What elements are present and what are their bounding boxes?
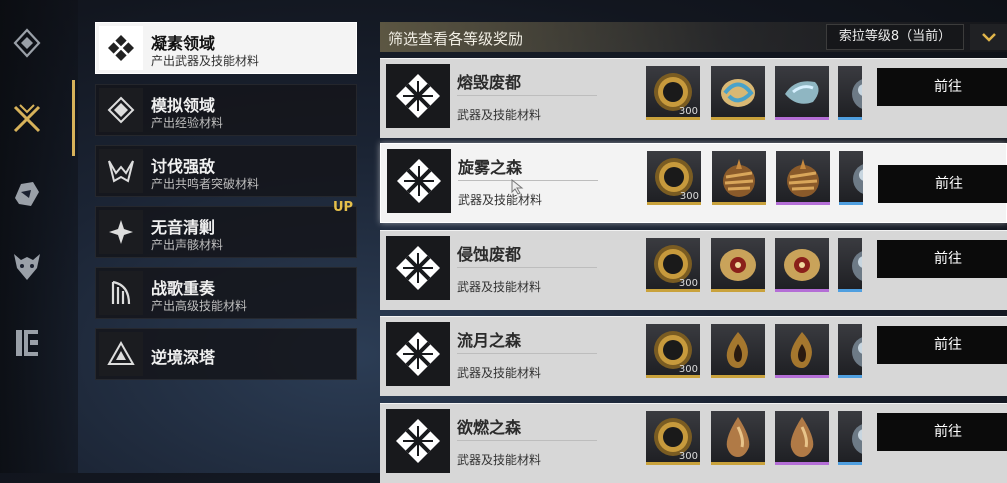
eye-material-icon[interactable] [775,238,829,292]
domain-type: 武器及技能材料 [458,193,543,207]
category-item-simulation-field[interactable]: 模拟领域 产出经验材料 [95,84,357,136]
knot-emblem-icon [386,236,450,300]
domain-row[interactable]: 熔毁废都武器及技能材料 300 前往 [380,58,1007,138]
tower-triangle-icon [99,332,143,376]
domain-type: 武器及技能材料 [457,453,542,467]
left-icon-rail [0,0,78,473]
header-title: 筛选查看各等级奖励 [388,30,524,48]
item-count: 300 [678,106,698,117]
gear-material-icon[interactable]: 300 [646,324,700,378]
goto-button[interactable]: 前往 [878,165,1007,203]
item-count: 300 [678,451,698,462]
horn-emblem-icon [99,149,143,193]
gear-material-icon[interactable]: 300 [646,238,700,292]
orb-material-icon[interactable] [838,66,862,120]
swirl-material-icon[interactable] [711,66,765,120]
category-title: 讨伐强敌 [151,157,216,176]
eye-material-icon[interactable] [711,238,765,292]
knot-emblem-icon [386,322,450,386]
divider [457,353,597,354]
crystal-material-icon[interactable] [775,66,829,120]
orb-material-icon[interactable] [838,238,862,292]
knot-emblem-icon [386,409,450,473]
hand-gesture-icon[interactable] [8,175,46,213]
reward-filter-header: 筛选查看各等级奖励 索拉等级8（当前） [380,22,1007,52]
demon-head-icon[interactable] [8,248,46,286]
divider [457,267,597,268]
category-item-silent-sweep[interactable]: 无音清剿 产出声骸材料 [95,206,357,258]
gear-material-icon[interactable]: 300 [646,411,700,465]
spiral-material-icon[interactable] [776,151,830,205]
category-subtitle: 产出经验材料 [151,116,224,130]
domain-type: 武器及技能材料 [457,108,542,122]
spark-emblem-icon [99,210,143,254]
domain-row[interactable]: 侵蚀废都武器及技能材料 300 前往 [380,230,1007,310]
orb-material-icon[interactable] [839,151,863,205]
archive-door-icon[interactable] [8,324,46,362]
orb-material-icon[interactable] [838,411,862,465]
rail-active-marker [72,80,75,156]
diamond-crystal-icon[interactable] [8,24,46,62]
drop-material-icon[interactable] [711,411,765,465]
category-title: 战歌重奏 [151,279,216,298]
domain-name: 旋雾之森 [458,158,523,177]
divider [457,440,597,441]
flame-material-icon[interactable] [711,324,765,378]
item-count: 300 [679,191,699,202]
gear-material-icon[interactable]: 300 [647,151,701,205]
item-count: 300 [678,278,698,289]
up-badge: UP [333,200,354,215]
goto-button[interactable]: 前往 [877,326,1007,364]
domain-row[interactable]: 旋雾之森武器及技能材料 300 前往 [380,143,1007,223]
item-count: 300 [678,364,698,375]
drop-material-icon[interactable] [775,411,829,465]
domain-name: 侵蚀废都 [457,245,522,264]
category-title: 凝素领域 [151,34,216,53]
chevron-down-icon[interactable] [970,24,1007,50]
domain-name: 熔毁废都 [457,73,522,92]
category-item-adversity-tower[interactable]: 逆境深塔 [95,328,357,380]
orb-material-icon[interactable] [838,324,862,378]
goto-button[interactable]: 前往 [877,413,1007,451]
flame-material-icon[interactable] [775,324,829,378]
domain-row[interactable]: 流月之森武器及技能材料 300 前往 [380,316,1007,396]
mouse-cursor-icon [511,178,525,199]
domain-type: 武器及技能材料 [457,280,542,294]
gear-material-icon[interactable]: 300 [646,66,700,120]
category-title: 无音清剿 [151,218,216,237]
spiral-material-icon[interactable] [712,151,766,205]
category-title: 模拟领域 [151,96,216,115]
domain-name: 流月之森 [457,331,522,350]
tile-emblem-icon [99,88,143,132]
crossed-swords-icon[interactable] [8,100,46,138]
knot-emblem-icon [99,26,143,70]
category-title: 逆境深塔 [151,348,216,367]
knot-emblem-icon [387,149,451,213]
divider [458,180,598,181]
harp-emblem-icon [99,271,143,315]
domain-type: 武器及技能材料 [457,366,542,380]
category-subtitle: 产出声骸材料 [151,238,224,252]
divider [457,95,597,96]
category-subtitle: 产出武器及技能材料 [151,54,260,68]
goto-button[interactable]: 前往 [877,240,1007,278]
knot-emblem-icon [386,64,450,128]
goto-button[interactable]: 前往 [877,68,1007,106]
category-item-battle-song[interactable]: 战歌重奏 产出高级技能材料 [95,267,357,319]
category-item-condensed-field[interactable]: 凝素领域 产出武器及技能材料 [95,22,357,74]
domain-row[interactable]: 欲燃之森武器及技能材料 300 前往 [380,403,1007,483]
category-item-boss-challenge[interactable]: 讨伐强敌 产出共鸣者突破材料 [95,145,357,197]
domain-name: 欲燃之森 [457,418,522,437]
level-select[interactable]: 索拉等级8（当前） [826,24,964,50]
category-subtitle: 产出高级技能材料 [151,299,248,313]
category-subtitle: 产出共鸣者突破材料 [151,177,260,191]
